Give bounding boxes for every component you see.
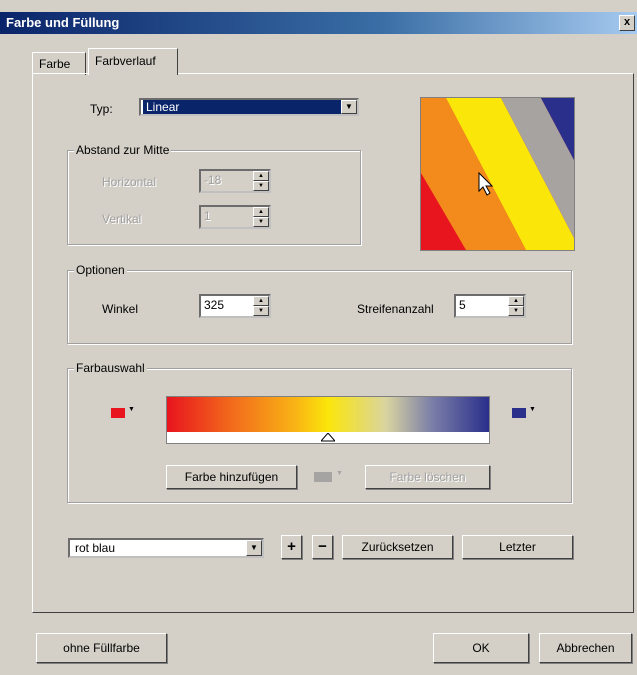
chevron-down-icon: ▼ [336, 470, 343, 477]
tab-farbe[interactable]: Farbe [32, 52, 86, 75]
horizontal-spinner-buttons: ▲ ▼ [253, 171, 269, 191]
title-bar: Farbe und Füllung x [0, 12, 637, 34]
vertical-spinner-buttons: ▲ ▼ [253, 207, 269, 227]
angle-label: Winkel [102, 302, 139, 316]
type-select[interactable]: Linear ▼ [139, 98, 359, 116]
angle-value[interactable]: 325 [204, 298, 224, 312]
tab-farbverlauf[interactable]: Farbverlauf [88, 48, 178, 75]
middle-color-button: ▼ [314, 468, 348, 486]
spin-up-icon: ▲ [253, 171, 269, 181]
spin-up-icon[interactable]: ▲ [253, 296, 269, 306]
chevron-down-icon: ▼ [529, 406, 536, 413]
colorpick-group-title: Farbauswahl [74, 361, 147, 375]
stripes-spinner-buttons: ▲ ▼ [508, 296, 524, 316]
start-color-swatch [111, 408, 125, 418]
gradient-bar [166, 396, 490, 434]
spin-up-icon[interactable]: ▲ [508, 296, 524, 306]
middle-color-swatch [314, 472, 332, 482]
window-title: Farbe und Füllung [6, 15, 120, 30]
horizontal-spinner: -18 ▲ ▼ [199, 169, 271, 193]
stripes-spinner[interactable]: 5 ▲ ▼ [454, 294, 526, 318]
end-color-button[interactable]: ▼ [512, 404, 542, 422]
add-preset-button[interactable]: + [281, 535, 302, 559]
close-button[interactable]: x [619, 15, 635, 31]
ok-button[interactable]: OK [433, 633, 529, 663]
gradient-slider-track[interactable] [166, 432, 490, 444]
end-color-swatch [512, 408, 526, 418]
horizontal-label: Horizontal [102, 175, 157, 189]
preset-select[interactable]: rot blau ▼ [68, 538, 264, 558]
spin-down-icon: ▼ [253, 181, 269, 191]
type-label: Typ: [90, 102, 113, 116]
start-color-button[interactable]: ▼ [111, 404, 141, 422]
vertical-value: 1 [204, 209, 211, 223]
preset-select-value: rot blau [75, 541, 116, 555]
reset-button[interactable]: Zurücksetzen [342, 535, 453, 559]
options-group-title: Optionen [74, 263, 127, 277]
preview-svg [421, 98, 574, 250]
add-color-button[interactable]: Farbe hinzufügen [166, 465, 297, 489]
chevron-down-icon[interactable]: ▼ [341, 100, 357, 114]
distance-group: Abstand zur Mitte [67, 143, 361, 245]
cancel-button[interactable]: Abbrechen [539, 633, 632, 663]
gradient-slider-handle-icon[interactable] [321, 433, 335, 442]
remove-preset-button[interactable]: − [312, 535, 333, 559]
angle-spinner[interactable]: 325 ▲ ▼ [199, 294, 271, 318]
stripes-label: Streifenanzahl [357, 302, 434, 316]
angle-spinner-buttons: ▲ ▼ [253, 296, 269, 316]
gradient-preview [420, 97, 575, 251]
chevron-down-icon[interactable]: ▼ [246, 540, 262, 556]
no-fill-button[interactable]: ohne Füllfarbe [36, 633, 167, 663]
spin-down-icon: ▼ [253, 217, 269, 227]
stripes-value[interactable]: 5 [459, 298, 466, 312]
horizontal-value: -18 [204, 173, 222, 187]
vertical-label: Vertikal [102, 212, 142, 226]
vertical-spinner: 1 ▲ ▼ [199, 205, 271, 229]
spin-down-icon[interactable]: ▼ [508, 306, 524, 316]
distance-group-title: Abstand zur Mitte [74, 143, 172, 157]
chevron-down-icon: ▼ [128, 406, 135, 413]
type-select-value: Linear [143, 100, 341, 114]
spin-down-icon[interactable]: ▼ [253, 306, 269, 316]
last-button[interactable]: Letzter [462, 535, 573, 559]
spin-up-icon: ▲ [253, 207, 269, 217]
dialog-window: Farbe und Füllung x Farbe Farbverlauf Ty… [0, 0, 637, 675]
delete-color-button: Farbe löschen [365, 465, 490, 489]
